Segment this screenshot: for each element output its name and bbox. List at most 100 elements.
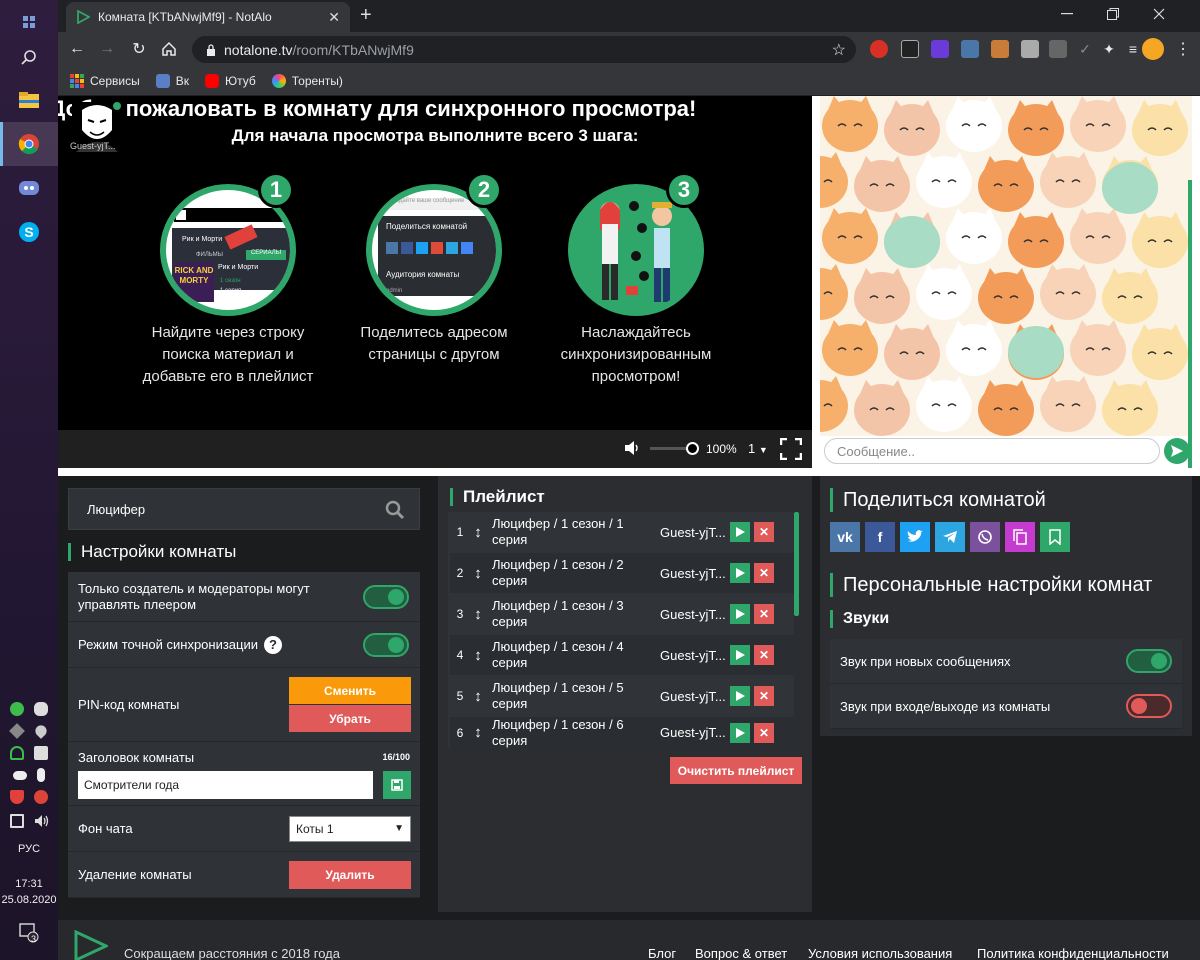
diamond-tray-icon[interactable] xyxy=(9,723,25,739)
play-item-button[interactable] xyxy=(730,563,750,583)
shield-tray-icon[interactable] xyxy=(10,790,24,804)
copy-link-icon[interactable] xyxy=(1005,522,1035,552)
pin-remove-button[interactable]: Убрать xyxy=(289,705,411,732)
only-creator-toggle[interactable] xyxy=(363,585,409,609)
drag-handle-icon[interactable]: ↕ xyxy=(470,647,486,664)
remove-item-button[interactable]: ✕ xyxy=(754,645,774,665)
send-message-button[interactable] xyxy=(1164,438,1190,464)
drag-handle-icon[interactable]: ↕ xyxy=(470,606,486,623)
nvidia-tray-icon[interactable] xyxy=(34,746,48,760)
drag-handle-icon[interactable]: ↕ xyxy=(470,524,486,541)
translate-extension-icon[interactable] xyxy=(931,40,949,58)
gray-extension-icon[interactable] xyxy=(1049,40,1067,58)
sound-messages-toggle[interactable] xyxy=(1126,649,1172,673)
bookmark-torrents[interactable]: Торенты) xyxy=(271,73,343,88)
close-window-icon[interactable] xyxy=(1136,0,1182,28)
new-tab-icon[interactable]: + xyxy=(360,4,372,27)
footer-link-blog[interactable]: Блог xyxy=(648,946,676,960)
microphone-tray-icon[interactable] xyxy=(37,768,45,782)
playlist-item-title[interactable]: Люцифер / 1 сезон / 2 серия xyxy=(486,557,656,589)
headset-tray-icon[interactable] xyxy=(10,746,24,760)
precise-sync-toggle[interactable] xyxy=(363,633,409,657)
play-item-button[interactable] xyxy=(730,522,750,542)
footer-link-faq[interactable]: Вопрос & ответ xyxy=(695,946,787,960)
footer-link-privacy[interactable]: Политика конфиденциальности xyxy=(977,946,1169,960)
bookmark-room-icon[interactable] xyxy=(1040,522,1070,552)
twitter-share-icon[interactable] xyxy=(900,522,930,552)
adblock-extension-icon[interactable] xyxy=(870,40,888,58)
volume-slider-handle[interactable] xyxy=(686,442,699,455)
playlist-item[interactable]: 6 ↕ Люцифер / 1 сезон / 6 серия Guest-yjT..… xyxy=(450,717,794,748)
remove-item-button[interactable]: ✕ xyxy=(754,522,774,542)
drag-handle-icon[interactable]: ↕ xyxy=(470,565,486,582)
extensions-puzzle-icon[interactable]: ✦ xyxy=(1098,38,1120,60)
back-icon[interactable]: ← xyxy=(66,38,88,60)
chat-scrollbar[interactable] xyxy=(1188,180,1192,468)
chrome-taskbar-icon[interactable] xyxy=(0,122,58,166)
volume-tray-icon[interactable] xyxy=(34,814,49,828)
media-queue-icon[interactable]: ≡ xyxy=(1122,38,1144,60)
video-player[interactable]: Добро пожаловать в комнату для синхронно… xyxy=(58,96,812,468)
drag-handle-icon[interactable]: ↕ xyxy=(470,688,486,705)
remove-item-button[interactable]: ✕ xyxy=(754,604,774,624)
photo-extension-icon[interactable] xyxy=(1021,40,1039,58)
play-item-button[interactable] xyxy=(730,604,750,624)
fullscreen-icon[interactable] xyxy=(779,437,803,463)
lock-icon[interactable] xyxy=(206,43,216,56)
playlist-scrollbar[interactable] xyxy=(794,512,799,616)
facebook-share-icon[interactable]: f xyxy=(865,522,895,552)
notifications-icon[interactable]: 3 xyxy=(0,912,58,952)
minimize-icon[interactable] xyxy=(1044,0,1090,28)
save-title-button[interactable] xyxy=(383,771,411,799)
vk-extension-icon[interactable] xyxy=(961,40,979,58)
chat-background-select[interactable]: Коты 1 ▼ xyxy=(289,816,411,842)
clear-playlist-button[interactable]: Очистить плейлист xyxy=(670,757,802,784)
vk-share-icon[interactable]: vk xyxy=(830,522,860,552)
playlist-item[interactable]: 3 ↕ Люцифер / 1 сезон / 3 серия Guest-yjT..… xyxy=(450,594,794,634)
drag-handle-icon[interactable]: ↕ xyxy=(470,724,486,741)
clock-time[interactable]: 17:31 xyxy=(0,877,58,891)
pin-change-button[interactable]: Сменить xyxy=(289,677,411,704)
content-search-input[interactable]: Люцифер xyxy=(68,488,420,530)
bookmark-services[interactable]: Сервисы xyxy=(70,73,140,88)
delete-room-button[interactable]: Удалить xyxy=(289,861,411,889)
search-icon[interactable] xyxy=(0,36,58,80)
language-indicator[interactable]: РУС xyxy=(0,842,58,856)
search-icon[interactable] xyxy=(385,500,405,520)
footer-link-terms[interactable]: Условия использования xyxy=(808,946,952,960)
tab-close-icon[interactable]: ✕ xyxy=(328,9,340,26)
playlist-item[interactable]: 5 ↕ Люцифер / 1 сезон / 5 серия Guest-yjT..… xyxy=(450,676,794,716)
restore-icon[interactable] xyxy=(1090,0,1136,28)
clock-date[interactable]: 25.08.2020 xyxy=(0,893,58,907)
browser-tab[interactable]: Комната [KTbANwjMf9] - NotAlo ✕ xyxy=(66,2,350,32)
play-item-button[interactable] xyxy=(730,722,750,743)
volume-icon[interactable] xyxy=(624,440,642,459)
bookmark-youtube[interactable]: Ютуб xyxy=(204,73,256,88)
check-extension-icon[interactable]: ✓ xyxy=(1074,38,1096,60)
help-icon[interactable]: ? xyxy=(264,635,283,654)
play-item-button[interactable] xyxy=(730,686,750,706)
remove-item-button[interactable]: ✕ xyxy=(754,722,774,743)
skype-icon[interactable]: S xyxy=(0,210,58,254)
sound-join-toggle[interactable] xyxy=(1126,694,1172,718)
check-tray-icon[interactable] xyxy=(10,702,24,716)
sih-extension-icon[interactable] xyxy=(901,40,919,58)
playlist-item-title[interactable]: Люцифер / 1 сезон / 5 серия xyxy=(486,680,656,712)
room-title-input[interactable]: Смотрители года xyxy=(78,771,373,799)
telegram-share-icon[interactable] xyxy=(935,522,965,552)
discord-tray-icon[interactable] xyxy=(34,702,48,716)
discord-icon[interactable] xyxy=(0,166,58,210)
cloud-tray-icon[interactable] xyxy=(13,771,27,780)
network-tray-icon[interactable] xyxy=(10,814,24,828)
playback-speed-select[interactable]: 1 ▼ xyxy=(748,441,768,456)
play-item-button[interactable] xyxy=(730,645,750,665)
viber-share-icon[interactable] xyxy=(970,522,1000,552)
playlist-item[interactable]: 2 ↕ Люцифер / 1 сезон / 2 серия Guest-yjT..… xyxy=(450,553,794,593)
playlist-item-title[interactable]: Люцифер / 1 сезон / 6 серия xyxy=(486,717,656,748)
notalone-logo-icon[interactable] xyxy=(72,930,108,960)
chat-message-input[interactable]: Сообщение.. xyxy=(824,438,1160,464)
address-bar[interactable]: notalone.tv/room/KTbANwjMf9 ☆ xyxy=(192,36,856,63)
remove-item-button[interactable]: ✕ xyxy=(754,686,774,706)
home-icon[interactable] xyxy=(158,38,180,60)
playlist-item-title[interactable]: Люцифер / 1 сезон / 4 серия xyxy=(486,639,656,671)
